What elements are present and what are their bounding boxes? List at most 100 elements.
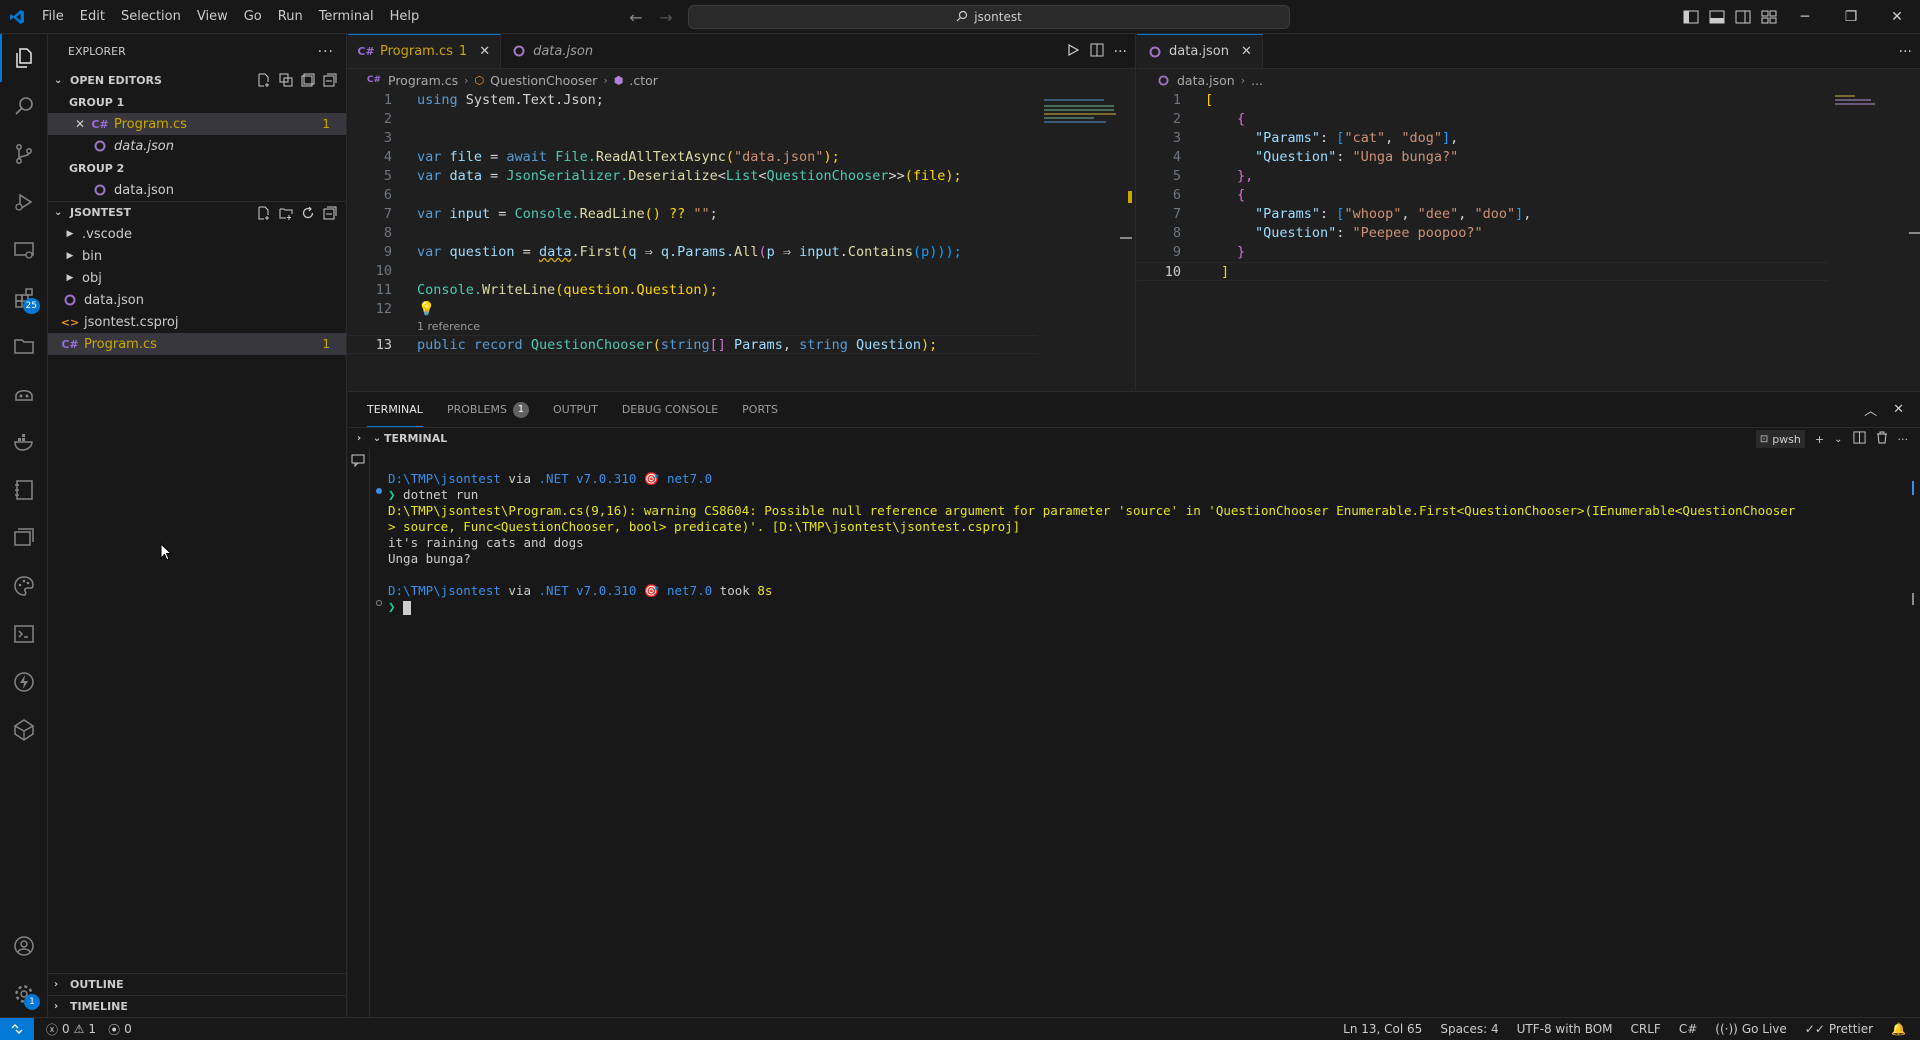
terminal-icon[interactable] [0, 610, 48, 658]
lightbulb-icon[interactable]: 💡 [418, 300, 435, 319]
forward-arrow-icon[interactable]: → [656, 8, 676, 27]
tab-problems[interactable]: PROBLEMS 1 [447, 392, 529, 427]
tab-debug-console[interactable]: DEBUG CONSOLE [622, 392, 718, 427]
new-group-icon[interactable] [278, 72, 294, 88]
terminal-chat-icon[interactable] [351, 453, 365, 471]
new-terminal-icon[interactable]: + [1815, 433, 1824, 446]
more-actions-icon[interactable]: ··· [1114, 44, 1127, 60]
palette-icon[interactable] [0, 562, 48, 610]
file-data-json[interactable]: data.json [48, 289, 346, 311]
back-arrow-icon[interactable]: ← [626, 8, 646, 27]
prettier-button[interactable]: ✓✓ Prettier [1799, 1022, 1879, 1036]
maximize-panel-icon[interactable]: ︿ [1864, 400, 1877, 419]
kill-terminal-icon[interactable] [1876, 431, 1888, 447]
new-folder-icon[interactable] [278, 205, 294, 221]
terminal-instance-pwsh[interactable]: ⊡ pwsh [1755, 430, 1805, 448]
breadcrumb-item[interactable]: .ctor [629, 73, 658, 88]
notebook-icon[interactable] [0, 466, 48, 514]
restore-icon[interactable]: ❐ [1828, 0, 1874, 34]
close-all-icon[interactable] [322, 72, 338, 88]
close-editor-icon[interactable]: ✕ [72, 117, 88, 131]
close-window-icon[interactable]: ✕ [1874, 0, 1920, 34]
toggle-secondary-sidebar-icon[interactable] [1732, 6, 1754, 28]
timeline-section[interactable]: › TIMELINE [48, 995, 346, 1017]
source-control-icon[interactable] [0, 130, 48, 178]
split-terminal-icon[interactable] [1852, 431, 1866, 447]
codelens-references[interactable]: 1 reference [417, 320, 480, 333]
customize-layout-icon[interactable] [1758, 6, 1780, 28]
notifications-bell-icon[interactable]: 🔔 [1885, 1022, 1912, 1036]
save-all-icon[interactable] [300, 72, 316, 88]
go-live-button[interactable]: ((·)) Go Live [1709, 1022, 1793, 1036]
close-tab-icon[interactable]: ✕ [1241, 44, 1252, 59]
project-section[interactable]: ⌄ JSONTEST [48, 201, 346, 223]
command-center-search[interactable]: jsontest [688, 5, 1290, 29]
menu-terminal[interactable]: Terminal [311, 0, 382, 34]
more-actions-icon[interactable]: ··· [1898, 433, 1909, 446]
run-icon[interactable] [1066, 43, 1080, 61]
account-icon[interactable] [0, 922, 48, 970]
tab-ports[interactable]: PORTS [742, 392, 778, 427]
gem-icon[interactable] [0, 706, 48, 754]
copilot-icon[interactable] [0, 370, 48, 418]
file-jsontest-csproj[interactable]: <> jsontest.csproj [48, 311, 346, 333]
refresh-icon[interactable] [300, 205, 316, 221]
open-editor-data-json-group2[interactable]: data.json [48, 179, 346, 201]
open-editor-program-cs[interactable]: ✕ C# Program.cs 1 [48, 113, 346, 135]
menu-go[interactable]: Go [236, 0, 270, 34]
breadcrumb-item[interactable]: data.json [1177, 73, 1235, 88]
chevron-down-icon[interactable]: ⌄ [1834, 434, 1842, 445]
close-tab-icon[interactable]: ✕ [479, 44, 490, 59]
menu-run[interactable]: Run [270, 0, 311, 34]
new-file-icon[interactable] [256, 205, 272, 221]
code-editor[interactable]: 1 using System.Text.Json; 2 3 4 var file =… [348, 91, 1135, 390]
collapse-all-icon[interactable] [322, 205, 338, 221]
open-editors-group2[interactable]: GROUP 2 [48, 157, 346, 179]
indentation[interactable]: Spaces: 4 [1434, 1022, 1504, 1036]
more-actions-icon[interactable]: ··· [318, 44, 334, 60]
menu-file[interactable]: File [34, 0, 72, 34]
menu-help[interactable]: Help [382, 0, 428, 34]
breadcrumb-item[interactable]: QuestionChooser [490, 73, 597, 88]
remote-explorer-icon[interactable] [0, 226, 48, 274]
toggle-primary-sidebar-icon[interactable] [1680, 6, 1702, 28]
more-actions-icon[interactable]: ··· [1899, 44, 1912, 60]
breadcrumb-item[interactable]: Program.cs [388, 73, 458, 88]
settings-gear-icon[interactable]: 1 [0, 970, 48, 1018]
command-decoration-icon[interactable] [376, 600, 382, 606]
lightning-icon[interactable] [0, 658, 48, 706]
open-editor-data-json[interactable]: data.json [48, 135, 346, 157]
breadcrumb-item[interactable]: ... [1251, 73, 1263, 88]
tab-data-json[interactable]: data.json ✕ [1137, 34, 1263, 68]
docker-icon[interactable] [0, 418, 48, 466]
toggle-panel-icon[interactable] [1706, 6, 1728, 28]
tab-terminal[interactable]: TERMINAL [367, 392, 423, 427]
stacked-windows-icon[interactable] [0, 514, 48, 562]
run-debug-icon[interactable] [0, 178, 48, 226]
json-editor[interactable]: 1[ 2{ 3 "Params": ["cat", "dog"], 4 "Quest… [1137, 91, 1920, 390]
chevron-right-icon[interactable]: › [348, 433, 370, 444]
outline-section[interactable]: › OUTLINE [48, 973, 346, 995]
folder-obj[interactable]: ▶ obj [48, 267, 346, 289]
line-endings[interactable]: CRLF [1625, 1022, 1667, 1036]
terminal-section-header[interactable]: › ⌄ TERMINAL ⊡ pwsh + ⌄ ··· [348, 427, 1920, 449]
file-encoding[interactable]: UTF-8 with BOM [1511, 1022, 1619, 1036]
minimap[interactable] [1044, 91, 1124, 390]
language-mode[interactable]: C# [1673, 1022, 1703, 1036]
search-icon[interactable] [0, 82, 48, 130]
cursor-position[interactable]: Ln 13, Col 65 [1337, 1022, 1428, 1036]
minimize-icon[interactable]: ─ [1782, 0, 1828, 34]
tab-program-cs[interactable]: C# Program.cs 1 ✕ [348, 34, 502, 68]
tab-data-json[interactable]: data.json [501, 34, 603, 68]
extensions-icon[interactable]: 25 [0, 274, 48, 322]
explorer-icon[interactable] [0, 34, 48, 82]
terminal-output[interactable]: D:\TMP\jsontest via .NET v7.0.310 🎯 net7… [370, 449, 1920, 1017]
menu-edit[interactable]: Edit [72, 0, 113, 34]
command-decoration-icon[interactable] [376, 488, 382, 494]
folder-icon[interactable] [0, 322, 48, 370]
remote-indicator-icon[interactable] [0, 1018, 34, 1040]
open-editors-section[interactable]: ⌄ OPEN EDITORS [48, 69, 346, 91]
minimap[interactable] [1835, 91, 1915, 390]
file-program-cs[interactable]: C# Program.cs 1 [48, 333, 346, 355]
menu-view[interactable]: View [189, 0, 236, 34]
